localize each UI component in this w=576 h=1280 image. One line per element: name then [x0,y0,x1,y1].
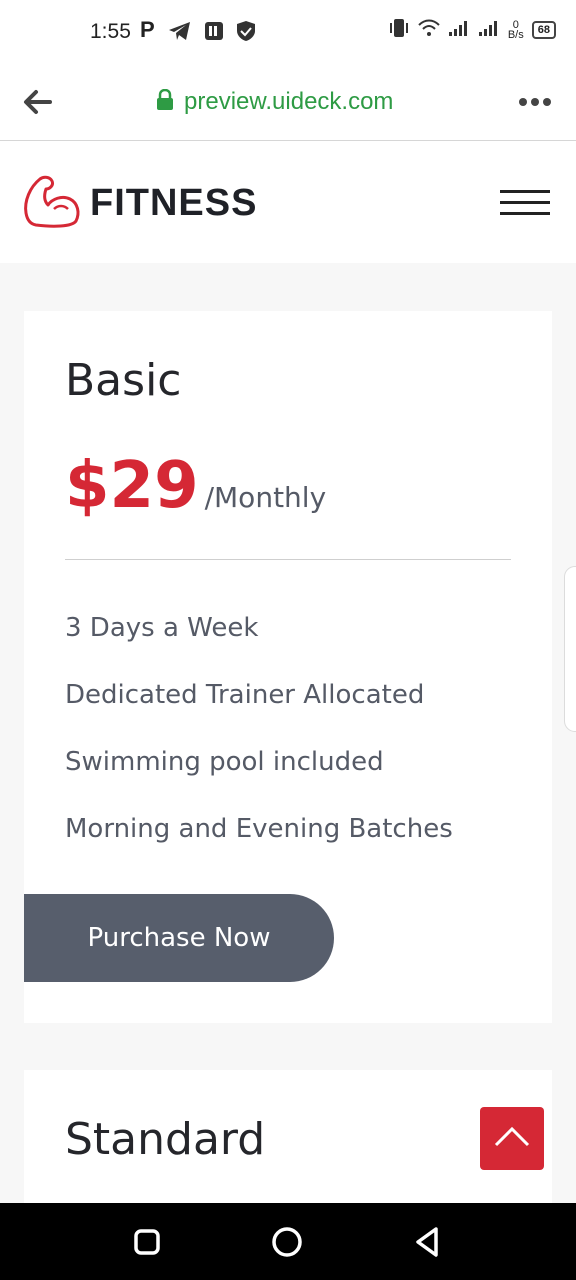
lock-icon [156,88,174,116]
wifi-icon [418,19,440,40]
battery-icon: 68 [531,20,556,39]
signal-icon [478,19,500,40]
feature-list: 3 Days a Week Dedicated Trainer Allocate… [65,613,453,881]
plan-title: Standard [65,1114,266,1165]
purchase-now-button[interactable]: Purchase Now [24,894,334,982]
scroll-to-top-button[interactable] [480,1107,544,1170]
pricing-card-basic: Basic $29 /Monthly 3 Days a Week Dedicat… [24,311,552,1023]
system-nav-bar [0,1203,576,1280]
home-icon[interactable] [270,1225,304,1259]
net-speed-value: 0 [512,18,519,31]
status-bar: 1:55 P 0 B/s 68 [0,0,576,64]
net-speed-unit: B/s [507,28,524,41]
telegram-icon [168,20,192,47]
back-arrow-icon[interactable] [22,88,54,116]
sim-icon [203,20,225,47]
feature-item: Dedicated Trainer Allocated [65,680,425,710]
p-icon: P [140,17,155,42]
plan-price: $29 [65,449,199,523]
url-text: preview.uideck.com [184,88,394,115]
pricing-card-standard: Standard [24,1070,552,1210]
net-speed: 0 B/s [507,18,524,41]
address-bar[interactable]: preview.uideck.com [156,88,393,116]
chevron-up-icon [494,1125,530,1152]
more-options-icon[interactable] [518,90,552,114]
recent-apps-icon[interactable] [130,1225,164,1259]
shield-icon [235,20,257,47]
logo[interactable]: FITNESS [22,173,257,234]
feature-item: Swimming pool included [65,747,384,777]
bicep-logo-icon [22,173,82,234]
feature-item: 3 Days a Week [65,613,259,643]
browser-bar: preview.uideck.com [0,64,576,141]
signal-icon [448,19,470,40]
status-right-group: 0 B/s 68 [388,18,556,41]
plan-period: /Monthly [204,481,327,514]
logo-text: FITNESS [90,182,258,224]
side-panel-handle[interactable] [564,566,576,732]
back-icon[interactable] [410,1225,444,1259]
hamburger-menu-icon[interactable] [500,190,550,216]
divider [65,559,511,560]
feature-item: Morning and Evening Batches [65,814,453,844]
vibrate-icon [388,18,410,41]
plan-title: Basic [65,355,182,406]
price-row: $29 /Monthly [65,449,326,523]
status-time: 1:55 [90,20,131,43]
site-header: FITNESS [0,141,576,263]
